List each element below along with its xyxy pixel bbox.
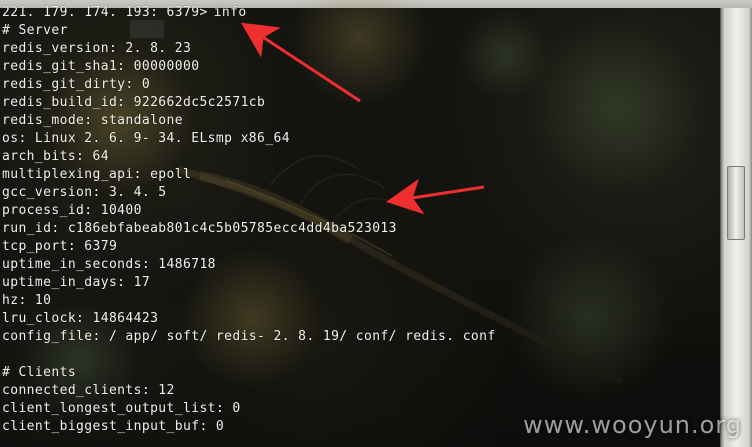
terminal-line: lru_clock: 14864423 <box>2 311 159 326</box>
terminal-line: redis_git_sha1: 00000000 <box>2 59 200 74</box>
command-line[interactable]: 221. 179. 174. 193: 6379> info <box>2 4 720 22</box>
terminal-line: gcc_version: 3. 4. 5 <box>2 185 167 200</box>
terminal-line: process_id: 10400 <box>2 203 142 218</box>
terminal-line: arch_bits: 64 <box>2 149 109 164</box>
terminal-line: tcp_port: 6379 <box>2 239 118 254</box>
terminal-line: connected_clients: 12 <box>2 383 175 398</box>
command-text: info <box>213 5 247 20</box>
terminal-line: config_file: / app/ soft/ redis- 2. 8. 1… <box>2 329 496 344</box>
scrollbar-thumb[interactable] <box>727 166 745 240</box>
terminal-line: run_id: c186ebfabeab801c4c5b05785ecc4dd4… <box>2 221 397 236</box>
terminal-line: uptime_in_seconds: 1486718 <box>2 257 216 272</box>
terminal-line: hz: 10 <box>2 293 52 308</box>
vertical-scrollbar[interactable] <box>720 8 752 447</box>
terminal-line: multiplexing_api: epoll <box>2 167 192 182</box>
terminal-line: # Server <box>2 23 68 38</box>
screenshot: 221. 179. 174. 193: 6379> info # Server … <box>0 0 752 447</box>
terminal-line: redis_git_dirty: 0 <box>2 77 151 92</box>
terminal-line: redis_version: 2. 8. 23 <box>2 41 192 56</box>
terminal-line: uptime_in_days: 17 <box>2 275 151 290</box>
terminal-line: os: Linux 2. 6. 9- 34. ELsmp x86_64 <box>2 131 290 146</box>
watermark-text: www.wooyun.org <box>523 411 742 439</box>
terminal-line: redis_mode: standalone <box>2 113 183 128</box>
terminal-line: # Clients <box>2 365 77 380</box>
terminal-line: redis_build_id: 922662dc5c2571cb <box>2 95 266 110</box>
terminal-output[interactable]: 221. 179. 174. 193: 6379> info # Server … <box>0 0 720 447</box>
prompt-text: 221. 179. 174. 193: 6379> <box>2 5 208 20</box>
